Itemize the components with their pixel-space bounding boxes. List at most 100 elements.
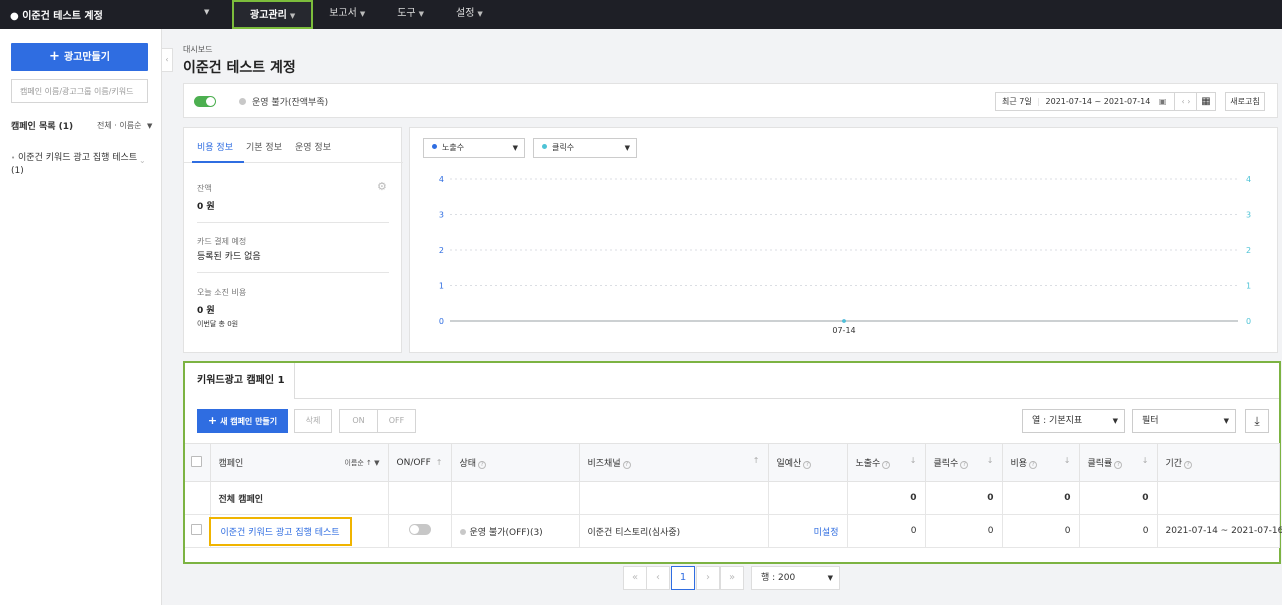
chevron-down-icon: ▼ [477,10,483,18]
col-budget[interactable]: 일예산? [768,443,848,482]
help-icon[interactable]: ? [882,461,891,469]
date-range-picker[interactable]: 최근 7일 | 2021-07-14 ~ 2021-07-14 ▣ [995,92,1175,111]
divider: | [1037,97,1040,106]
status-cell: 운영 불가(OFF)(3) [451,514,580,548]
divider [197,272,389,273]
col-clicks[interactable]: 클릭수? ↓ [925,443,1003,482]
metric1-select[interactable]: 노출수 ▼ [423,138,525,158]
table-header-row: 캠페인 이름순 ↑ ▼ ON/OFF ↑ 상태? 비즈채널? ↑ 일예산? 노출수? ↓… [185,443,1280,482]
campaign-sort-select[interactable]: 이름순 ↑ ▼ [344,458,379,468]
y-tick-label-left: 4 [439,175,444,184]
campaign-name-link[interactable]: 이준건 키워드 광고 집행 테스트 [208,516,352,546]
new-campaign-button[interactable]: + 새 캠페인 만들기 [197,409,288,433]
card-label: 카드 결제 예정 [197,237,247,246]
status-bar: 운영 불가(잔액부족) 최근 7일 | 2021-07-14 ~ 2021-07… [183,83,1278,118]
grid-icon: ▦ [1201,96,1211,107]
tab-basic-info[interactable]: 기본 정보 [246,140,282,153]
data-point [842,319,846,323]
off-button[interactable]: OFF [377,409,416,433]
first-page-button[interactable]: « [623,566,647,590]
y-tick-label-right: 2 [1246,246,1251,255]
chart-panel: 노출수 ▼ 클릭수 ▼ 0 0 1 1 2 2 3 3 4 4 07-14 [409,127,1278,353]
select-all-checkbox[interactable] [191,455,202,467]
filter-select[interactable]: 필터 ▼ [1132,409,1236,433]
on-button[interactable]: ON [339,409,378,433]
toggle-knob [206,97,215,106]
download-icon[interactable]: ⤓ [1245,409,1269,433]
refresh-button[interactable]: 새로고침 [1225,92,1265,111]
account-dropdown-icon[interactable]: ▼ [204,8,209,16]
balance-value: 0 원 [197,202,215,212]
budget-link[interactable]: 미설정 [768,514,848,548]
col-ctr[interactable]: 클릭률? ↓ [1079,443,1158,482]
nav-ad-management[interactable]: 광고관리 ▼ [232,0,314,29]
col-period[interactable]: 기간? [1157,443,1280,482]
row-impressions: 0 [847,514,926,548]
monthly-total-note: 이번달 총 0원 [197,320,239,328]
col-campaign[interactable]: 캠페인 이름순 ↑ ▼ [210,443,389,482]
table-cell [1157,481,1280,515]
delete-button[interactable]: 삭제 [294,409,332,433]
nav-settings[interactable]: 설정 ▼ [440,0,499,29]
columns-select[interactable]: 열 : 기본지표 ▼ [1022,409,1125,433]
plus-icon: + [207,414,218,427]
line-chart: 0 0 1 1 2 2 3 3 4 4 07-14 [439,175,1251,335]
help-icon[interactable]: ? [803,461,812,469]
help-icon[interactable]: ? [622,461,631,469]
x-tick-label: 07-14 [832,326,855,335]
chevron-down-icon: ▼ [289,12,296,20]
y-tick-label-left: 3 [439,211,444,220]
help-icon[interactable]: ? [960,461,969,469]
tab-operation-info[interactable]: 운영 정보 [295,140,331,153]
help-icon[interactable]: ? [478,461,487,469]
row-checkbox[interactable] [191,524,202,535]
help-icon[interactable]: ? [1184,461,1193,469]
nav-reports[interactable]: 보고서 ▼ [313,0,381,29]
chevron-down-icon[interactable]: ⌄ [139,154,146,167]
layout-grid-button[interactable]: ▦ [1196,92,1216,111]
page-number-button[interactable]: 1 [671,566,695,590]
sort-icon: ↑ [752,456,760,465]
campaign-name-cell: 이준건 키워드 광고 집행 테스트 [208,514,389,548]
balance-label: 잔액 [197,184,212,193]
active-tab-underline [192,161,244,163]
sort-icon: ↑ [435,457,443,467]
tab-cost-info[interactable]: 비용 정보 [197,140,233,153]
y-tick-label-right: 0 [1246,317,1251,326]
sidebar-collapse-button[interactable]: ‹ [162,48,173,72]
table-row-total: 전체 캠페인 0 0 0 0 [185,481,1280,515]
top-bar: ● 이준건 테스트 계정 ▼ 광고관리 ▼ 보고서 ▼ 도구 ▼ 설정 ▼ [0,0,1282,29]
tab-keyword-campaign[interactable]: 키워드광고 캠페인 1 [185,363,295,399]
cost-info-panel: 비용 정보 기본 정보 운영 정보 잔액 ⚙ 0 원 카드 결제 예정 등록된 … [183,127,403,353]
today-cost-label: 오늘 소진 비용 [197,288,247,297]
next-page-button[interactable]: › [696,566,720,590]
channel-cell: 이준건 티스토리(심사중) [579,514,769,548]
campaign-sort-select[interactable]: 전체 · 이름순 ▼ [97,120,152,131]
account-toggle[interactable] [194,96,216,107]
help-icon[interactable]: ? [1029,461,1038,469]
col-channel[interactable]: 비즈채널? ↑ [579,443,769,482]
table-cell [579,481,769,515]
nav-tools[interactable]: 도구 ▼ [381,0,440,29]
caret-down-icon: ▼ [146,122,153,130]
help-icon[interactable]: ? [1114,461,1123,469]
prev-page-button[interactable]: ‹ [646,566,670,590]
date-prev-next[interactable]: ‹ › [1174,92,1198,111]
breadcrumb[interactable]: 대시보드 [183,44,212,55]
last-page-button[interactable]: » [720,566,744,590]
col-impressions[interactable]: 노출수? ↓ [847,443,926,482]
account-name[interactable]: ● 이준건 테스트 계정 [10,7,103,22]
col-cost[interactable]: 비용? ↓ [1002,443,1080,482]
y-tick-label-right: 1 [1246,282,1251,291]
sidebar-item-campaign[interactable]: • 이준건 키워드 광고 집행 테스트 (1) ⌄ [11,152,151,178]
col-status[interactable]: 상태? [451,443,580,482]
metric2-select[interactable]: 클릭수 ▼ [533,138,637,158]
campaign-list-title: 캠페인 목록 (1) [11,122,74,132]
sidebar: + 광고만들기 캠페인 이름/광고그룹 이름/키워드 캠페인 목록 (1) 전체 … [0,29,162,605]
create-ad-button[interactable]: + 광고만들기 [11,43,148,71]
campaign-toggle[interactable] [408,524,431,535]
campaign-search-input[interactable]: 캠페인 이름/광고그룹 이름/키워드 [11,79,148,103]
rows-per-page-select[interactable]: 행 : 200 ▼ [751,566,840,590]
col-onoff[interactable]: ON/OFF ↑ [388,443,452,482]
gear-icon[interactable]: ⚙ [377,180,387,193]
